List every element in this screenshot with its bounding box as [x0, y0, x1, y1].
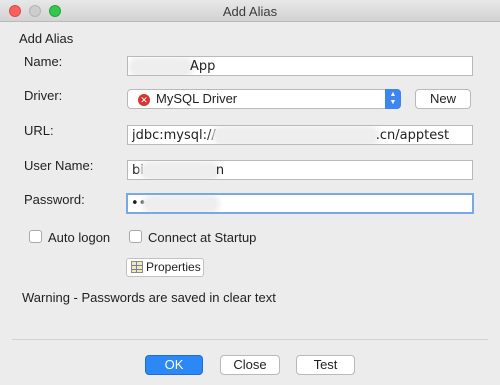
redacted-text	[146, 197, 217, 210]
user-name-value-prefix: bi	[132, 163, 144, 178]
password-masked-value: ••	[131, 196, 147, 211]
name-field[interactable]: App	[127, 56, 473, 76]
auto-logon-checkbox[interactable]	[29, 230, 42, 243]
driver-selected-value: MySQL Driver	[156, 91, 238, 106]
window-title: Add Alias	[222, 4, 278, 19]
driver-label: Driver:	[24, 88, 63, 103]
new-driver-button[interactable]: New	[415, 89, 471, 109]
name-label: Name:	[24, 54, 63, 69]
error-icon: ✕	[138, 93, 150, 106]
password-field[interactable]: ••	[126, 193, 474, 214]
section-title: Add Alias	[19, 31, 74, 46]
user-name-value-suffix: n	[215, 163, 225, 178]
user-name-field[interactable]: bi n	[127, 160, 473, 180]
url-value-prefix: jdbc:mysql://	[132, 128, 216, 143]
password-label: Password:	[24, 192, 85, 207]
redacted-text	[215, 129, 376, 142]
redacted-text	[143, 164, 216, 177]
password-warning: Warning - Passwords are saved in clear t…	[22, 290, 276, 305]
properties-label: Properties	[146, 260, 201, 274]
properties-table-icon	[131, 260, 143, 273]
url-value-suffix: .cn/apptest	[375, 128, 450, 143]
url-label: URL:	[24, 123, 54, 138]
properties-button[interactable]: Properties	[126, 258, 204, 277]
connect-at-startup-label: Connect at Startup	[148, 230, 257, 245]
close-button[interactable]: Close	[220, 355, 280, 375]
ok-button[interactable]: OK	[145, 355, 203, 375]
select-stepper-icon: ▲ ▼	[385, 89, 401, 109]
redacted-text	[132, 60, 190, 73]
user-name-label: User Name:	[24, 158, 94, 173]
connect-at-startup-checkbox[interactable]	[129, 230, 142, 243]
url-field[interactable]: jdbc:mysql:// .cn/apptest	[127, 125, 473, 145]
divider	[12, 339, 488, 340]
title-bar: Add Alias	[0, 0, 500, 22]
auto-logon-label: Auto logon	[48, 230, 111, 245]
name-value-suffix: App	[190, 59, 216, 74]
driver-select[interactable]: ✕ MySQL Driver ▲ ▼	[127, 89, 401, 109]
test-button[interactable]: Test	[296, 355, 355, 375]
